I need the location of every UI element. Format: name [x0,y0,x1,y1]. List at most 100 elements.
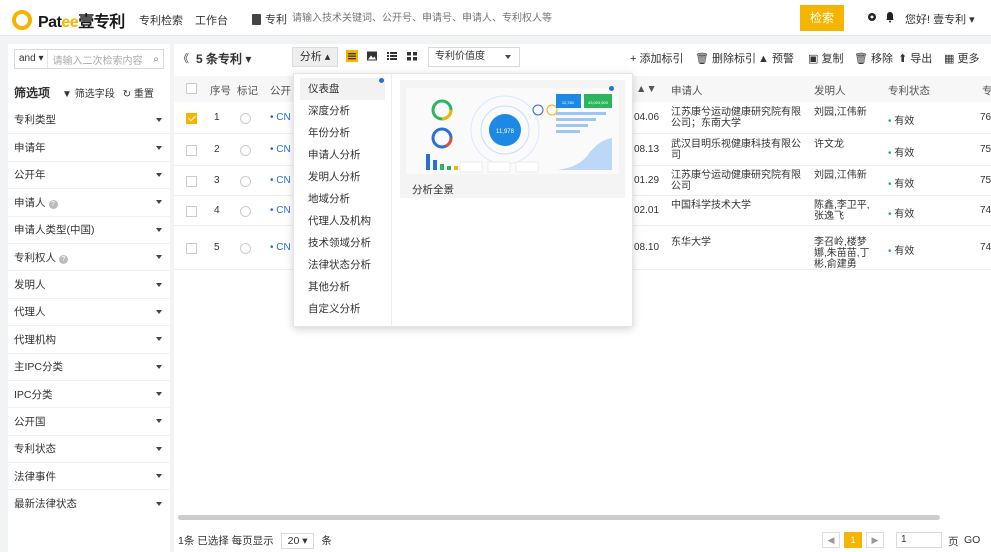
filter-item[interactable]: 发明人 [8,270,170,297]
prev-page-button[interactable]: ◀ [822,532,840,548]
select-all-checkbox[interactable] [186,83,197,94]
next-page-button[interactable]: ▶ [866,532,884,548]
filter-item[interactable]: 申请人? [8,188,170,215]
user-menu[interactable]: 您好! 壹专利 ▾ [905,11,975,27]
inventor-cell[interactable]: 刘园,江伟新 [814,107,874,118]
mark-toggle[interactable] [240,243,251,254]
publication-number-link[interactable]: • CN [270,175,291,186]
export-button[interactable]: ⬆ 导出 [898,50,932,66]
chevron-down-icon[interactable] [156,446,162,451]
filter-item[interactable]: 申请人类型(中国) [8,215,170,243]
publication-number-link[interactable]: • CN [270,242,291,253]
filter-item[interactable]: 主IPC分类 [8,352,170,380]
sort-icon[interactable]: ▲▼ [636,83,657,95]
analysis-menu-item[interactable]: 年份分析 [294,122,391,144]
chevron-down-icon[interactable] [156,337,162,342]
collapse-sidebar-button[interactable]: 《 [178,50,189,66]
filter-item[interactable]: 专利权人? [8,242,170,270]
inventor-cell[interactable]: 陈鑫,李卫平,张逸飞 [814,200,874,222]
chevron-down-icon[interactable] [156,227,162,232]
search-type-select[interactable]: 专利 [252,11,287,27]
header-publication[interactable]: 公开 [270,83,291,98]
row-checkbox[interactable] [186,145,197,156]
analysis-menu-item[interactable]: 代理人及机构 [294,210,391,232]
analysis-menu-item[interactable]: 技术领域分析 [294,232,391,254]
inventor-cell[interactable]: 刘园,江伟新 [814,170,874,181]
inventor-cell[interactable]: 李召岭,楼梦娜,朱苗苗,丁彬,俞建勇 [814,237,874,270]
list-view-icon[interactable] [346,50,358,62]
image-view-icon[interactable] [366,50,378,62]
search-input[interactable] [288,6,798,30]
analysis-menu-item[interactable]: 法律状态分析 [294,254,391,276]
logic-operator-select[interactable]: and ▾ [15,50,49,68]
chevron-down-icon[interactable] [156,282,162,287]
nav-patent-search[interactable]: 专利检索 [139,12,183,28]
row-checkbox[interactable] [186,113,197,124]
filter-item[interactable]: 专利状态 [8,434,170,462]
search-icon[interactable]: ⌕ [149,54,163,65]
header-inventor[interactable]: 发明人 [814,83,846,98]
analysis-menu-item[interactable]: 申请人分析 [294,144,391,166]
mark-toggle[interactable] [240,206,251,217]
filter-field-button[interactable]: ▼ 筛选字段 [62,85,115,100]
filter-item[interactable]: 法律事件 [8,462,170,489]
logo[interactable]: Patee壹专利 [12,8,125,32]
applicant-cell[interactable]: 江苏康兮运动健康研究院有限公司；东南大学 [671,107,801,129]
header-status[interactable]: 专利状态 [888,83,930,98]
analysis-button[interactable]: 分析 ▴ [292,47,338,67]
applicant-cell[interactable]: 江苏康兮运动健康研究院有限公司 [671,170,801,192]
chevron-down-icon[interactable] [156,392,162,397]
page-1-button[interactable]: 1 [844,532,862,548]
filter-item[interactable]: 公开国 [8,407,170,434]
secondary-search-input[interactable]: 请输入二次检索内容 [48,52,149,67]
analysis-menu-item[interactable]: 发明人分析 [294,166,391,188]
mark-toggle[interactable] [240,176,251,187]
chevron-down-icon[interactable] [156,364,162,369]
chevron-down-icon[interactable] [156,117,162,122]
row-checkbox[interactable] [186,206,197,217]
settings-icon[interactable] [866,11,878,23]
filter-item[interactable]: 代理机构 [8,325,170,352]
secondary-search[interactable]: and ▾ 请输入二次检索内容 ⌕ [14,49,164,69]
add-tag-button[interactable]: + 添加标引 [630,50,683,66]
analysis-menu-item[interactable]: 深度分析 [294,100,391,122]
row-checkbox[interactable] [186,176,197,187]
filter-item[interactable]: 代理人 [8,297,170,325]
publication-number-link[interactable]: • CN [270,205,291,216]
more-button[interactable]: ▦ 更多 [944,50,979,66]
nav-workbench[interactable]: 工作台 [195,12,228,28]
go-button[interactable]: GO [964,534,980,546]
reset-button[interactable]: ↻ 重置 [123,85,154,100]
chevron-down-icon[interactable] [156,200,162,205]
dashboard-preview-card[interactable]: 11,978 12,781 43,003,500 [400,80,625,198]
header-applicant[interactable]: 申请人 [671,83,703,98]
analysis-menu-item[interactable]: 其他分析 [294,276,391,298]
filter-item[interactable]: 申请年 [8,133,170,160]
publication-number-link[interactable]: • CN [270,112,291,123]
applicant-cell[interactable]: 东华大学 [671,237,801,248]
help-icon[interactable]: ? [59,254,68,264]
patent-count[interactable]: 5 条专利 ▾ [196,50,251,67]
publication-number-link[interactable]: • CN [270,144,291,155]
delete-tag-button[interactable]: 🗑 删除标引 [695,50,756,66]
applicant-cell[interactable]: 中国科学技术大学 [671,200,801,211]
header-score[interactable]: 专 [982,83,991,98]
detail-view-icon[interactable] [386,50,398,62]
applicant-cell[interactable]: 武汉目明乐视健康科技有限公司 [671,139,801,161]
chevron-down-icon[interactable] [156,419,162,424]
filter-item[interactable]: 专利类型 [8,106,170,133]
search-button[interactable]: 检索 [800,5,844,31]
analysis-menu-item[interactable]: 地域分析 [294,188,391,210]
row-checkbox[interactable] [186,243,197,254]
goto-page-input[interactable]: 1 [896,532,942,548]
chevron-down-icon[interactable] [156,501,162,506]
chevron-down-icon[interactable] [156,145,162,150]
bell-icon[interactable] [884,11,896,23]
chevron-down-icon[interactable] [156,172,162,177]
mark-toggle[interactable] [240,145,251,156]
inventor-cell[interactable]: 许文龙 [814,139,874,150]
chevron-down-icon[interactable] [156,255,162,260]
filter-item[interactable]: 最新法律状态 [8,489,170,516]
grid-view-icon[interactable] [406,50,418,62]
chevron-down-icon[interactable] [156,474,162,479]
